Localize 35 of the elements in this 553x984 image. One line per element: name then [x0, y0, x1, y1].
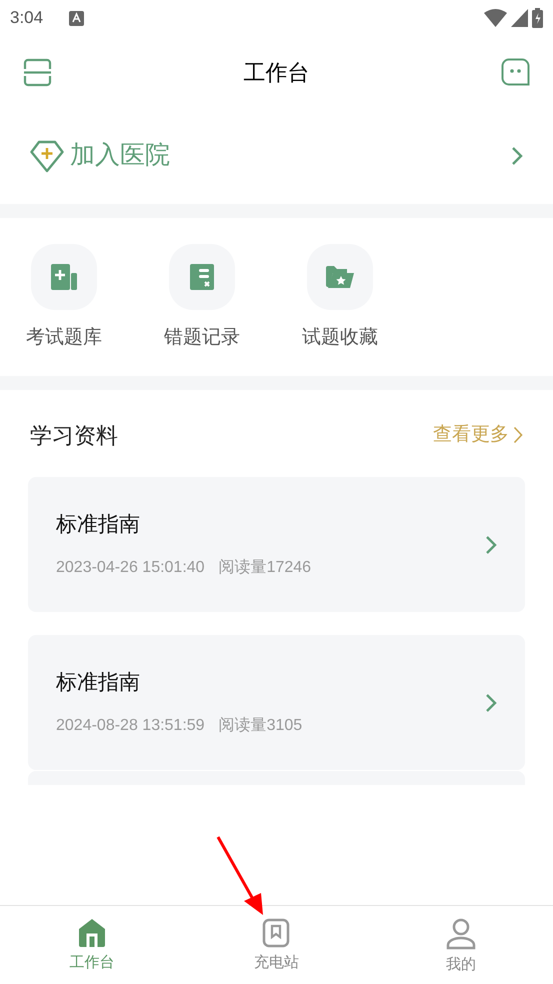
chat-bubble-icon[interactable] — [501, 58, 530, 86]
diamond-plus-icon — [30, 140, 64, 172]
material-date: 2023-04-26 15:01:40 — [56, 558, 205, 578]
chevron-right-icon — [511, 146, 523, 166]
person-icon — [446, 918, 476, 950]
chevron-right-icon — [485, 534, 497, 554]
chevron-right-icon — [513, 426, 523, 444]
material-title: 标准指南 — [56, 512, 141, 538]
star-folder-icon — [325, 265, 355, 289]
document-plus-icon — [50, 263, 78, 291]
signal-icon — [511, 9, 528, 27]
chevron-right-icon — [485, 692, 497, 712]
home-icon — [78, 918, 106, 948]
tab-bar-item[interactable]: 工作台 — [0, 906, 184, 984]
shortcut-label: 考试题库 — [26, 326, 102, 350]
tab-bar-item[interactable]: 充电站 — [184, 906, 369, 984]
tab-bar-item[interactable]: 我的 — [368, 906, 553, 984]
shortcut-label: 试题收藏 — [302, 326, 378, 350]
read-count: 阅读量17246 — [218, 558, 312, 578]
wifi-icon — [484, 9, 507, 27]
scan-icon[interactable] — [23, 58, 52, 86]
keyboard-notification-icon — [69, 10, 84, 26]
page-title: 工作台 — [244, 58, 310, 86]
bookmark-icon — [262, 918, 290, 948]
material-date: 2024-08-28 13:51:59 — [56, 716, 205, 736]
material-card[interactable]: 标准指南 2024-08-28 13:51:59 阅读量3105 — [28, 635, 525, 770]
section-title: 学习资料 — [30, 422, 118, 450]
material-title: 标准指南 — [56, 670, 141, 696]
join-hospital-label: 加入医院 — [70, 140, 170, 172]
battery-icon — [532, 8, 543, 28]
document-cross-icon — [189, 263, 215, 291]
read-count: 阅读量3105 — [218, 716, 302, 736]
status-time: 3:04 — [10, 7, 44, 30]
shortcut-label: 错题记录 — [164, 326, 240, 350]
material-card[interactable]: 标准指南 2023-04-26 15:01:40 阅读量17246 — [28, 477, 525, 612]
